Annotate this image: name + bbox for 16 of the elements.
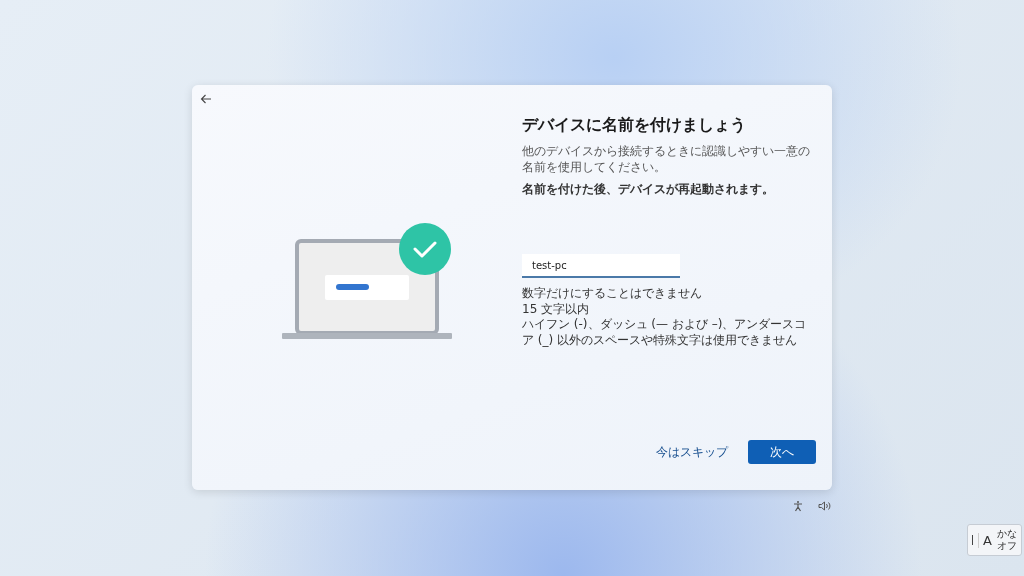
- back-arrow-icon[interactable]: [200, 93, 212, 105]
- rule-text: ハイフン (-)、ダッシュ (— および –)、アンダースコア (_) 以外のスペースや特殊文字は使用できません: [522, 317, 808, 349]
- ime-mode-text: A: [978, 532, 992, 548]
- speaker-icon[interactable]: [818, 500, 832, 512]
- next-button[interactable]: 次へ: [748, 440, 816, 464]
- dialog-title: デバイスに名前を付けましょう: [522, 115, 747, 136]
- skip-button[interactable]: 今はスキップ: [652, 440, 732, 464]
- rule-text: 数字だけにすることはできません: [522, 286, 703, 302]
- description-text: 他のデバイスから接続するときに認識しやすい一意の名前を使用してください。: [522, 144, 811, 176]
- device-name-field[interactable]: test-pc: [522, 254, 680, 279]
- restart-notice: 名前を付けた後、デバイスが再起動されます。: [522, 181, 775, 199]
- accessibility-icon[interactable]: [792, 500, 804, 512]
- kana-text: かな: [997, 528, 1017, 540]
- text-cursor-icon: [972, 535, 974, 545]
- rule-text: 15 文字以内: [522, 301, 591, 318]
- off-text: オフ: [997, 540, 1017, 552]
